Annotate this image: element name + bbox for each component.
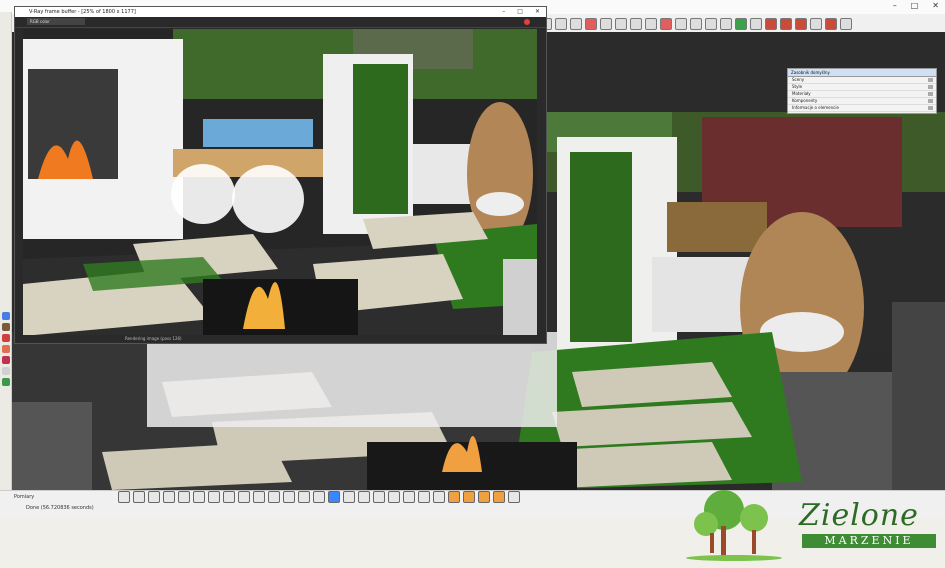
tool-icon[interactable] (810, 18, 822, 30)
vfb-maximize-button[interactable]: □ (517, 7, 523, 17)
tool-icon[interactable] (433, 491, 445, 503)
tool-icon[interactable] (600, 18, 612, 30)
vfb-canvas (23, 29, 537, 336)
top-toolbar (540, 16, 945, 32)
tool-icon[interactable] (418, 491, 430, 503)
tool-icon[interactable] (193, 491, 205, 503)
tool-icon[interactable] (1, 356, 10, 364)
logo-word: Zielone (799, 498, 919, 533)
window-controls: – □ ✕ (893, 1, 939, 10)
tool-icon[interactable] (148, 491, 160, 503)
tool-icon[interactable] (343, 491, 355, 503)
channel-select[interactable]: RGB color (27, 18, 85, 25)
tool-icon[interactable] (705, 18, 717, 30)
vfb-title-bar: V-Ray frame buffer - [25% of 1800 x 1177… (15, 7, 546, 17)
tool-icon[interactable] (630, 18, 642, 30)
close-icon[interactable] (928, 85, 933, 89)
trees-icon (686, 490, 782, 561)
scene-tab[interactable]: Pomiary (14, 494, 34, 500)
minimize-button[interactable]: – (893, 1, 897, 10)
vfb-title: V-Ray frame buffer - [25% of 1800 x 1177… (29, 9, 136, 15)
tray-item-materials[interactable]: Materiały (788, 91, 936, 98)
tool-icon[interactable] (615, 18, 627, 30)
tool-icon[interactable] (508, 491, 520, 503)
tool-icon[interactable] (358, 491, 370, 503)
status-text: Done (56.720836 seconds) (26, 505, 94, 511)
tool-icon[interactable] (1, 312, 10, 320)
tool-icon[interactable] (208, 491, 220, 503)
tool-icon[interactable] (493, 491, 505, 503)
tool-icon[interactable] (403, 491, 415, 503)
tool-icon[interactable] (253, 491, 265, 503)
close-icon[interactable] (928, 92, 933, 96)
vfb-close-button[interactable]: ✕ (535, 7, 540, 17)
tool-icon[interactable] (268, 491, 280, 503)
tool-icon[interactable] (238, 491, 250, 503)
vfb-status: Rendering image (pass 126) (15, 335, 546, 343)
tool-icon[interactable] (478, 491, 490, 503)
vfb-window-controls: – □ ✕ (502, 7, 540, 17)
tool-icon[interactable] (133, 491, 145, 503)
logo-band: MARZENIE (802, 534, 936, 548)
vfb-minimize-button[interactable]: – (502, 7, 505, 17)
vfb-toolbar: RGB color (15, 17, 546, 28)
tool-icon[interactable] (298, 491, 310, 503)
orbit-icon[interactable] (328, 491, 340, 503)
tool-icon[interactable] (463, 491, 475, 503)
tool-icon[interactable] (750, 18, 762, 30)
tool-icon[interactable] (795, 18, 807, 30)
bottom-toolbar (118, 491, 520, 503)
tool-icon[interactable] (585, 18, 597, 30)
tool-icon[interactable] (223, 491, 235, 503)
tool-icon[interactable] (690, 18, 702, 30)
tool-icon[interactable] (118, 491, 130, 503)
stop-render-icon[interactable] (524, 19, 530, 25)
tool-icon[interactable] (645, 18, 657, 30)
tray-item-scenes[interactable]: Sceny (788, 77, 936, 84)
tool-icon[interactable] (313, 491, 325, 503)
close-icon[interactable] (928, 78, 933, 82)
tool-icon[interactable] (283, 491, 295, 503)
default-tray-panel: Zasobnik domyślny Sceny Style Materiały … (787, 68, 937, 114)
tool-icon[interactable] (178, 491, 190, 503)
tool-icon[interactable] (1, 334, 10, 342)
render-image (23, 29, 537, 336)
tool-icon[interactable] (570, 18, 582, 30)
tray-item-entity-info[interactable]: Informacje o elemencie (788, 105, 936, 112)
tool-icon[interactable] (1, 323, 10, 331)
tool-icon[interactable] (448, 491, 460, 503)
close-icon[interactable] (928, 106, 933, 110)
left-toolbar (0, 12, 12, 490)
tool-icon[interactable] (675, 18, 687, 30)
tool-icon[interactable] (780, 18, 792, 30)
sketchup-app: – □ ✕ Zasobnik domyślny Sceny Style Mate… (0, 0, 945, 517)
tool-icon[interactable] (720, 18, 732, 30)
close-button[interactable]: ✕ (932, 1, 939, 10)
tray-item-styles[interactable]: Style (788, 84, 936, 91)
tool-icon[interactable] (735, 18, 747, 30)
tool-icon[interactable] (1, 378, 10, 386)
tool-icon[interactable] (555, 18, 567, 30)
maximize-button[interactable]: □ (911, 1, 919, 10)
company-logo: Zielone MARZENIE (684, 488, 942, 564)
tray-item-components[interactable]: Komponenty (788, 98, 936, 105)
tool-icon[interactable] (1, 367, 10, 375)
tool-icon[interactable] (1, 345, 10, 353)
tool-icon[interactable] (388, 491, 400, 503)
tool-icon[interactable] (163, 491, 175, 503)
close-icon[interactable] (928, 99, 933, 103)
vray-frame-buffer[interactable]: V-Ray frame buffer - [25% of 1800 x 1177… (14, 6, 547, 344)
tool-icon[interactable] (825, 18, 837, 30)
tool-icon[interactable] (373, 491, 385, 503)
tray-header: Zasobnik domyślny (788, 69, 936, 77)
tool-icon[interactable] (765, 18, 777, 30)
tool-icon[interactable] (840, 18, 852, 30)
tool-icon[interactable] (660, 18, 672, 30)
